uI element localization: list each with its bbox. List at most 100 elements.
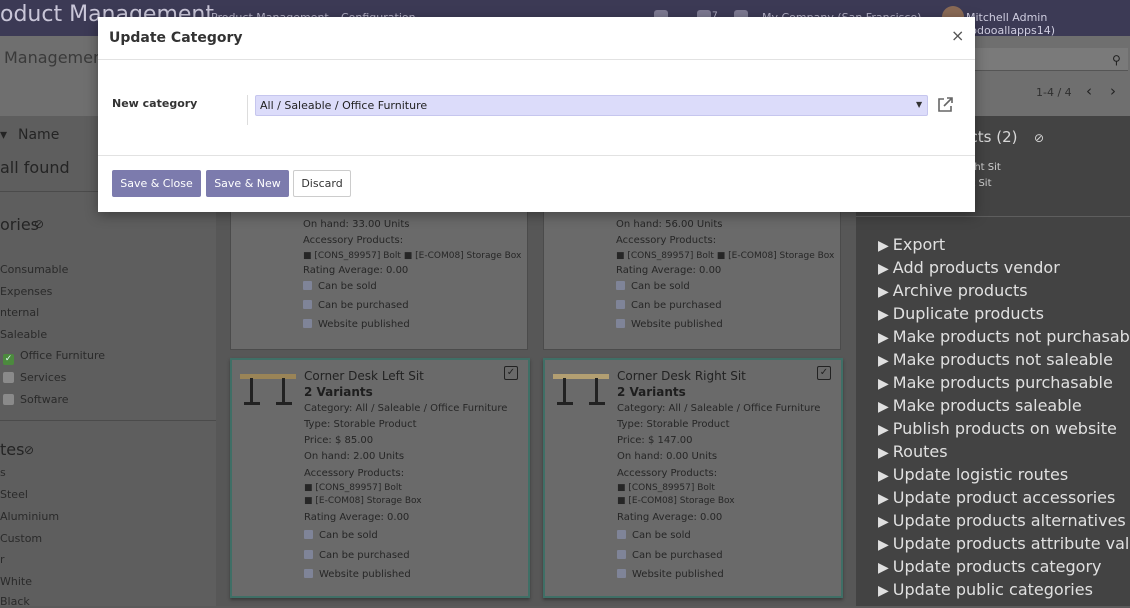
action-make-purchasable[interactable]: ▶ Make products purchasable (878, 373, 1113, 392)
flag-label: Can be sold (318, 280, 377, 292)
save-new-button[interactable]: Save & New (206, 170, 289, 197)
pager-previous-button[interactable]: ‹ (1086, 82, 1092, 100)
checkbox-icon[interactable] (3, 394, 14, 405)
action-archive-products[interactable]: ▶ Archive products (878, 281, 1028, 300)
divider (98, 155, 975, 156)
accessory-list: ■ [CONS_89957] Bolt ■ [E-COM08] Storage … (303, 250, 522, 261)
accessory-item[interactable]: [CONS_89957] Bolt (627, 251, 714, 261)
chevron-down-icon[interactable]: ▼ (916, 100, 922, 109)
action-label: Update products category (892, 557, 1102, 576)
attribute-item[interactable]: Custom (0, 532, 42, 545)
action-label: Add products vendor (892, 258, 1060, 277)
triangle-right-icon: ▶ (878, 422, 889, 438)
pager-value[interactable]: 1-4 / 4 (1036, 86, 1072, 99)
accessory-item[interactable]: ■ [E-COM08] Storage Box (304, 495, 507, 508)
action-add-products-vendor[interactable]: ▶ Add products vendor (878, 258, 1060, 277)
clear-categories-icon[interactable]: ⊘ (34, 217, 44, 231)
action-update-public-categories[interactable]: ▶ Update public categories (878, 580, 1093, 599)
checkbox-checked-icon[interactable]: ✓ (3, 354, 14, 365)
divider (0, 420, 216, 421)
category-software[interactable]: Software (3, 393, 69, 406)
discard-button[interactable]: Discard (293, 170, 351, 197)
accessory-label: Accessory Products: (617, 467, 718, 479)
accessory-label: Accessory Products: (304, 467, 405, 479)
attribute-item[interactable]: Black (0, 595, 30, 608)
product-name[interactable]: Corner Desk Left Sit (304, 368, 507, 384)
close-icon[interactable]: × (951, 26, 964, 45)
flag-label: Can be sold (631, 280, 690, 292)
variants-count: 2 Variants (617, 385, 686, 400)
triangle-right-icon: ▶ (878, 399, 889, 415)
category: Category: All / Saleable / Office Furnit… (304, 402, 508, 414)
flag-row: Can be purchased (616, 298, 834, 314)
accessory-label: Accessory Products: (616, 235, 717, 247)
pager-next-button[interactable]: › (1110, 82, 1116, 100)
sort-arrow-icon[interactable]: ▾ (0, 127, 7, 143)
breadcrumb[interactable]: Management (4, 48, 109, 67)
clear-attributes-icon[interactable]: ⊘ (24, 443, 34, 457)
attribute-item[interactable]: Steel (0, 488, 28, 501)
accessory-label: Accessory Products: (303, 235, 404, 247)
action-duplicate-products[interactable]: ▶ Duplicate products (878, 304, 1044, 323)
category-expenses[interactable]: Expenses (0, 285, 52, 298)
product-name[interactable]: Corner Desk Right Sit (617, 368, 820, 384)
category: Category: All / Saleable / Office Furnit… (617, 402, 821, 414)
clear-selection-icon[interactable]: ⊘ (1034, 131, 1044, 145)
action-update-attribute-values[interactable]: ▶Update products attribute values (878, 534, 1130, 553)
attribute-item[interactable]: s (0, 466, 6, 479)
user-menu[interactable]: Mitchell Admin (odooallapps14) (966, 11, 1130, 37)
category-select[interactable]: All / Saleable / Office Furniture (255, 95, 928, 116)
attribute-item[interactable]: White (0, 575, 32, 588)
accessory-item[interactable]: ■ [CONS_89957] Bolt (617, 482, 820, 495)
action-routes[interactable]: ▶ Routes (878, 442, 948, 461)
flag-label: Website published (319, 568, 411, 580)
category-services[interactable]: Services (3, 371, 66, 384)
external-link-icon[interactable] (936, 96, 954, 114)
type: Type: Storable Product (617, 418, 730, 430)
action-label: Make products purchasable (892, 373, 1113, 392)
action-label: Update public categories (892, 580, 1093, 599)
category-label: Software (20, 393, 69, 406)
variants-count: 2 Variants (304, 385, 373, 400)
category-internal[interactable]: nternal (0, 306, 39, 319)
action-label: Make products not purchasable (892, 327, 1130, 346)
action-update-products-category[interactable]: ▶ Update products category (878, 557, 1101, 576)
product-card-selected[interactable]: ✓ Corner Desk Right Sit 2 Variants Categ… (543, 358, 843, 598)
action-make-saleable[interactable]: ▶ Make products saleable (878, 396, 1082, 415)
flag-row: Website published (617, 567, 820, 583)
triangle-right-icon: ▶ (878, 560, 889, 576)
type: Type: Storable Product (304, 418, 417, 430)
search-icon[interactable]: ⚲ (1112, 53, 1121, 67)
checkbox-icon[interactable] (3, 372, 14, 383)
accessory-item[interactable]: [E-COM08] Storage Box (728, 251, 834, 261)
attribute-item[interactable]: Aluminium (0, 510, 59, 523)
product-card-selected[interactable]: ✓ Corner Desk Left Sit 2 Variants Catego… (230, 358, 530, 598)
sort-by-name[interactable]: Name (18, 127, 59, 143)
rating: Rating Average: 0.00 (304, 512, 410, 524)
search-input[interactable] (975, 48, 1128, 71)
accessory-item[interactable]: [CONS_89957] Bolt (314, 251, 401, 261)
flag-label: Website published (632, 568, 724, 580)
attribute-item[interactable]: r (0, 553, 5, 566)
save-close-button[interactable]: Save & Close (112, 170, 201, 197)
action-update-logistic-routes[interactable]: ▶ Update logistic routes (878, 465, 1068, 484)
action-update-products-alternatives[interactable]: ▶ Update products alternatives (878, 511, 1126, 530)
category-saleable[interactable]: Saleable (0, 328, 47, 341)
action-make-not-saleable[interactable]: ▶ Make products not saleable (878, 350, 1113, 369)
category-consumable[interactable]: Consumable (0, 263, 68, 276)
accessory-item[interactable]: [E-COM08] Storage Box (415, 251, 521, 261)
category-label: Saleable (0, 328, 48, 341)
accessory-item[interactable]: ■ [E-COM08] Storage Box (617, 495, 820, 508)
action-publish-on-website[interactable]: ▶ Publish products on website (878, 419, 1117, 438)
action-make-not-purchasable[interactable]: ▶ Make products not purchasable (878, 327, 1130, 346)
action-update-product-accessories[interactable]: ▶ Update product accessories (878, 488, 1115, 507)
price: Price: $ 85.00 (304, 435, 374, 447)
checkbox-icon (617, 568, 626, 578)
action-export[interactable]: ▶ Export (878, 235, 945, 254)
triangle-right-icon: ▶ (878, 445, 889, 461)
category-office-furniture[interactable]: ✓ Office Furniture (3, 349, 105, 365)
flag-row: Can be purchased (617, 548, 820, 564)
action-label: Make products saleable (892, 396, 1082, 415)
dialog-title: Update Category (109, 30, 243, 46)
accessory-item[interactable]: ■ [CONS_89957] Bolt (304, 482, 507, 495)
